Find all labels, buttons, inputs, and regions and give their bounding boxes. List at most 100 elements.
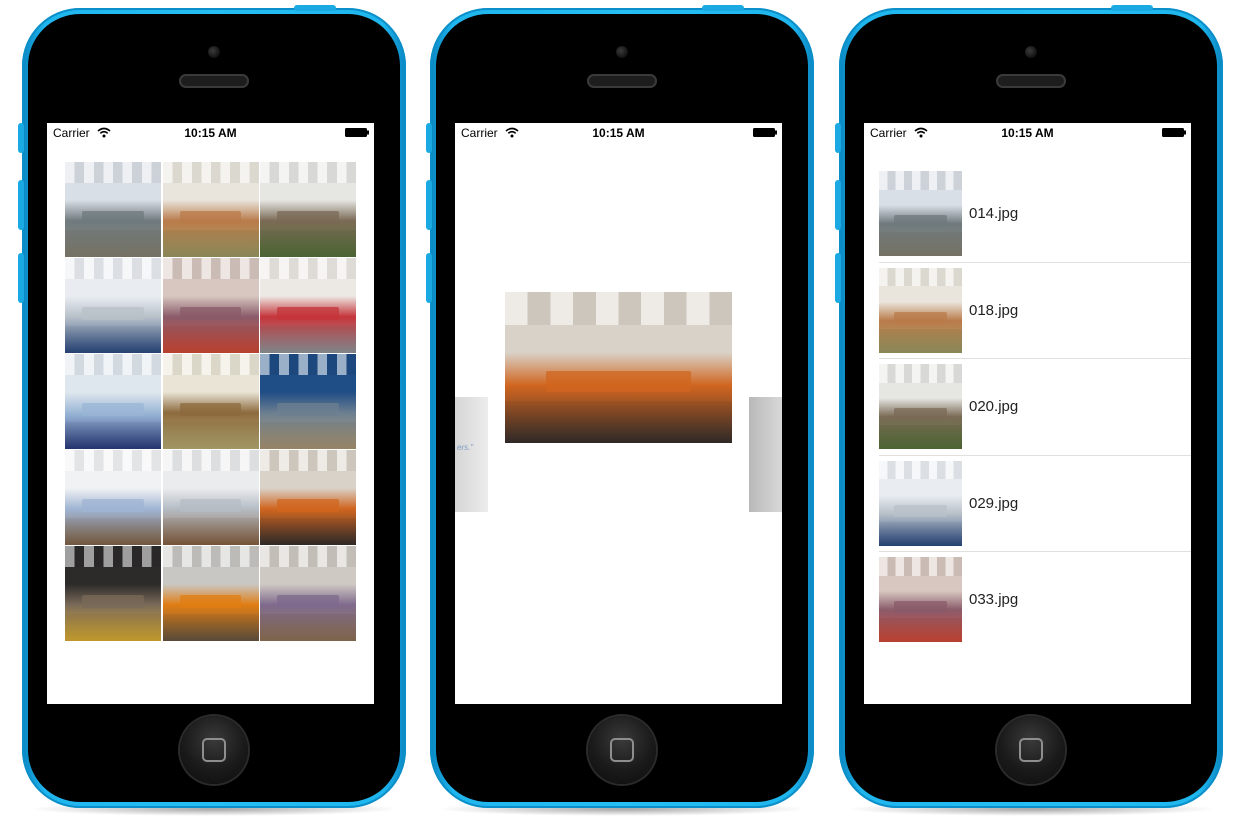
photo-list: 014.jpg 018.jpg 020.jpg 029.jpg 033.jpg [864,166,1191,648]
grid-tile-orange-kitchen[interactable] [162,546,259,641]
photo-floor [162,326,259,353]
photo-ceiling [879,171,962,190]
grid-tile-lounge-wood-table[interactable] [162,162,259,257]
photo-furniture [82,499,144,513]
photo-ceiling [260,450,356,471]
status-time: 10:15 AM [1001,126,1054,140]
photo-thumb-1 [879,267,962,353]
battery-icon [1162,128,1186,137]
mute-switch[interactable] [835,123,841,153]
photo-furniture [893,311,948,324]
grid-tile-meeting-table-tree[interactable] [162,354,259,449]
photo-furniture [277,403,339,417]
volume-up-button[interactable] [18,180,24,230]
list-thumbnail [879,267,962,353]
photo-furniture [179,499,242,513]
photo-ceiling [879,557,962,576]
grid-tile-glass-room-wood-floor[interactable] [162,450,259,545]
photo-thumb-0 [879,171,962,256]
volume-down-button[interactable] [835,253,841,303]
photo-thumb-3 [879,460,962,546]
photo-floor [260,230,356,257]
photo-ceiling [260,354,356,375]
status-time: 10:15 AM [592,126,645,140]
front-camera-icon [616,46,628,58]
volume-down-button[interactable] [426,253,432,303]
photo-floor [65,422,161,449]
list-thumbnail [879,171,962,256]
list-row-label: 033.jpg [969,591,1019,608]
front-camera-icon [1025,46,1037,58]
status-bar: Carrier 10:15 AM [47,123,374,143]
mute-switch[interactable] [426,123,432,153]
photo-furniture [82,211,144,225]
list-row[interactable]: 033.jpg [879,552,1191,648]
photo-ceiling [65,354,161,375]
carousel-prev-image[interactable]: ers." [455,397,488,512]
status-bar: Carrier 10:15 AM [864,123,1191,143]
photo-thumb-4 [879,557,962,642]
volume-down-button[interactable] [18,253,24,303]
list-row[interactable]: 029.jpg [879,456,1191,552]
grid-tile-cafe-round-tables[interactable] [260,450,356,545]
photo-furniture [545,370,692,392]
screen-list: Carrier 10:15 AM 014.jpg 018.jpg 020.jpg 02… [864,123,1191,704]
photo-ceiling [65,450,161,471]
photo-furniture [179,211,242,225]
earpiece-speaker [996,74,1066,88]
grid-tile-white-office-desk[interactable] [65,354,161,449]
photo-floor [162,422,259,449]
power-button[interactable] [294,5,336,11]
carousel-next-image[interactable] [749,397,782,512]
photo-ceiling [65,162,161,183]
grid-tile-blue-wall-lounge[interactable] [260,354,356,449]
photo-floor [162,230,259,257]
grid-tile-library-wall-graphic[interactable] [162,258,259,353]
front-camera-icon [208,46,220,58]
photo-ceiling [879,267,962,287]
battery-icon [345,128,369,137]
volume-up-button[interactable] [835,180,841,230]
photo-ceiling [65,258,161,279]
status-bar: Carrier 10:15 AM [455,123,782,143]
photo-floor [260,614,356,641]
carousel-current-image[interactable] [505,292,732,443]
earpiece-speaker [587,74,657,88]
photo-ceiling [162,162,259,183]
grid-tile-open-office-blue-chairs[interactable] [65,258,161,353]
list-row[interactable]: 020.jpg [879,359,1191,456]
home-button[interactable] [180,716,248,784]
list-row[interactable]: 014.jpg [879,166,1191,263]
screen-carousel: Carrier 10:15 AM ers." [455,123,782,704]
volume-up-button[interactable] [426,180,432,230]
photo-library-wall-graphic [162,258,259,353]
power-button[interactable] [1111,5,1153,11]
photo-ceiling [260,162,356,183]
photo-floor [505,400,732,443]
photo-furniture [277,211,339,225]
power-button[interactable] [702,5,744,11]
grid-tile-chalkboard-beanbags[interactable] [65,546,161,641]
grid-tile-whiteboard-corridor[interactable] [65,450,161,545]
home-square-icon [610,738,634,762]
home-square-icon [202,738,226,762]
photo-floor [260,518,356,545]
photo-furniture [277,595,339,609]
grid-tile-glass-meeting-room[interactable] [260,258,356,353]
grid-tile-office-open-plan[interactable] [65,162,161,257]
photo-lounge-wood-table [162,162,259,257]
list-row-label: 020.jpg [969,398,1019,415]
photo-floor [879,425,962,449]
photo-whiteboard-corridor [65,450,161,545]
photo-furniture [179,307,242,321]
home-button[interactable] [588,716,656,784]
photo-floor [260,422,356,449]
earpiece-speaker [179,74,249,88]
grid-tile-office-plants[interactable] [260,162,356,257]
photo-furniture [893,408,948,421]
grid-tile-stairs-purple-light[interactable] [260,546,356,641]
home-button[interactable] [997,716,1065,784]
photo-ceiling [260,258,356,279]
list-row[interactable]: 018.jpg [879,263,1191,359]
mute-switch[interactable] [18,123,24,153]
